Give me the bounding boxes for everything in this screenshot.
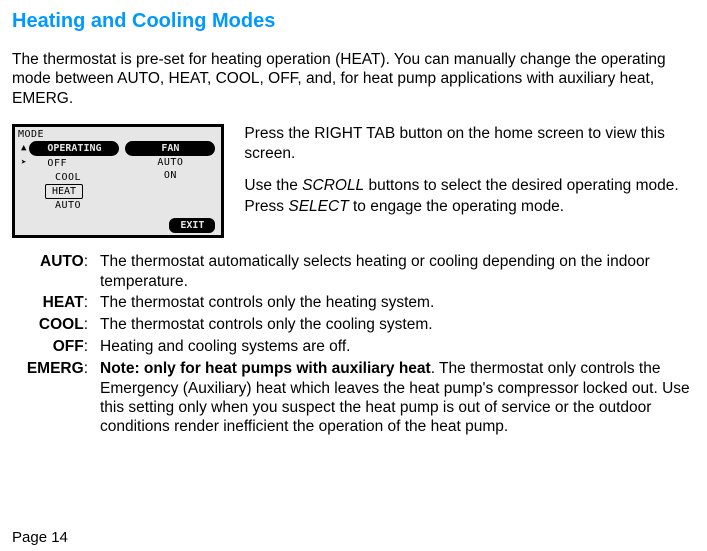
- lcd-fan-on: ON: [164, 169, 177, 182]
- lcd-mode-label: MODE: [15, 127, 221, 141]
- page-title: Heating and Cooling Modes: [12, 8, 695, 34]
- page-number: Page 14: [12, 528, 68, 548]
- lcd-exit: EXIT: [169, 218, 215, 233]
- definitions-list: AUTO: The thermostat automatically selec…: [12, 252, 695, 437]
- def-auto: AUTO: The thermostat automatically selec…: [12, 252, 695, 291]
- operating-pill: OPERATING: [29, 141, 119, 156]
- lcd-screen: MODE ▲ OPERATING ➤ OFF COOL HEAT AUTO FA…: [12, 124, 224, 238]
- intro-text: The thermostat is pre-set for heating op…: [12, 50, 695, 108]
- figure-row: MODE ▲ OPERATING ➤ OFF COOL HEAT AUTO FA…: [12, 124, 695, 238]
- lcd-fan-auto: AUTO: [157, 156, 183, 169]
- def-emerg: EMERG: Note: only for heat pumps with au…: [12, 359, 695, 437]
- lcd-auto: AUTO: [21, 199, 81, 212]
- lcd-off: OFF: [29, 157, 67, 170]
- def-heat: HEAT: The thermostat controls only the h…: [12, 293, 695, 313]
- lcd-cool: COOL: [21, 171, 81, 184]
- fan-pill: FAN: [125, 141, 215, 156]
- figure-text: Press the RIGHT TAB button on the home s…: [244, 124, 695, 217]
- pointer-icon: ➤: [21, 158, 26, 170]
- def-cool: COOL: The thermostat controls only the c…: [12, 315, 695, 335]
- figure-instruction-2: Use the SCROLL buttons to select the des…: [244, 176, 695, 216]
- up-arrow-icon: ▲: [21, 143, 26, 155]
- lcd-heat: HEAT: [45, 184, 83, 199]
- figure-instruction-1: Press the RIGHT TAB button on the home s…: [244, 124, 695, 164]
- def-off: OFF: Heating and cooling systems are off…: [12, 337, 695, 357]
